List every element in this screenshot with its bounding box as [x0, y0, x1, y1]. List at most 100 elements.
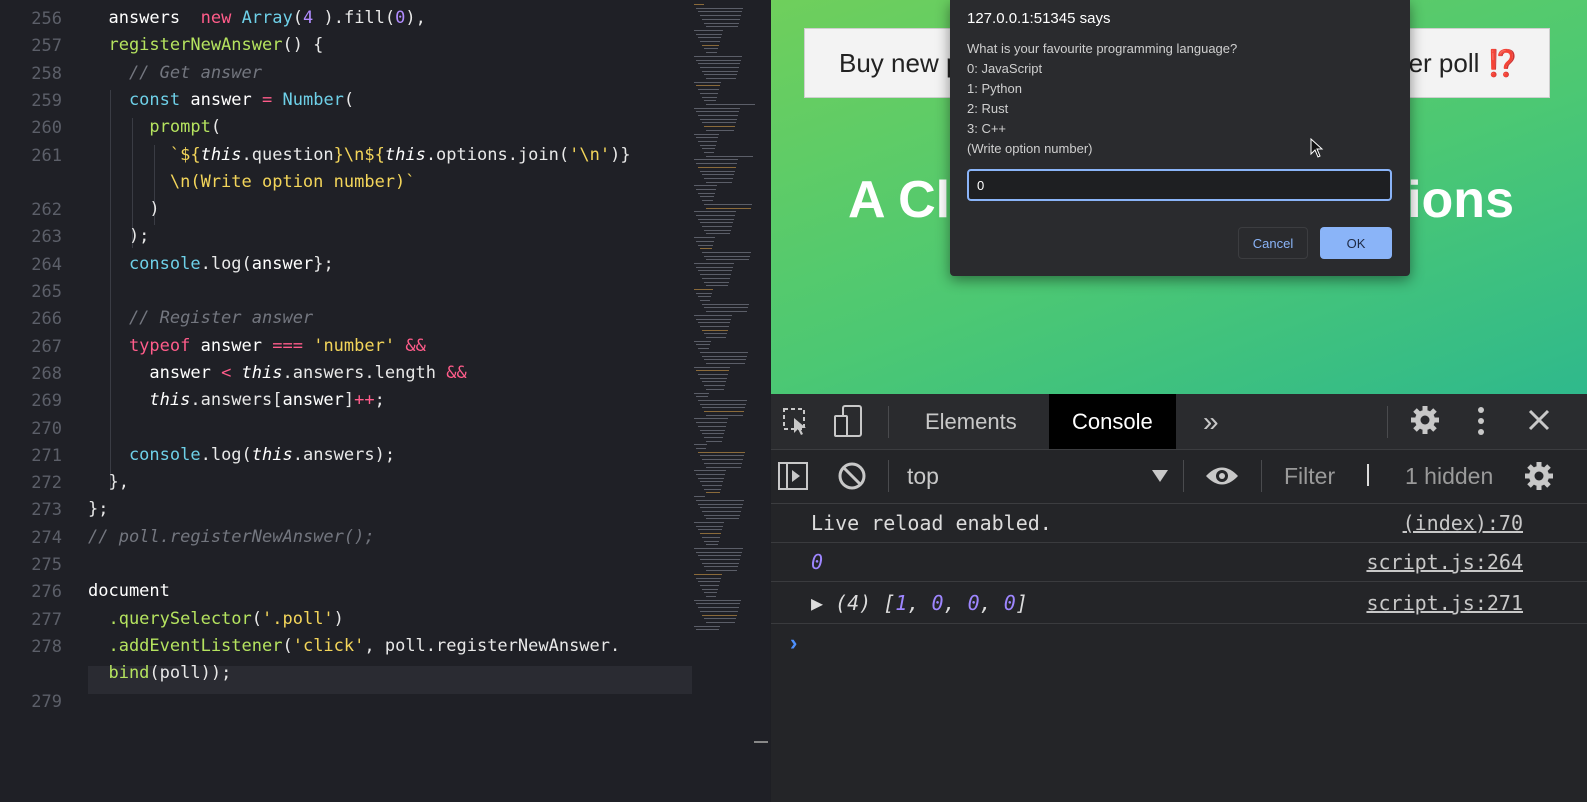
- code-editor[interactable]: 256 257 258 259 260 261 262 263 264 265 266 267 268 2…: [0, 0, 770, 802]
- minimap-line: [694, 496, 705, 498]
- scrollbar-marker[interactable]: [754, 741, 768, 743]
- code-line[interactable]: const answer = Number(: [88, 87, 354, 114]
- line-number: 263: [31, 227, 62, 248]
- minimap-line: [704, 126, 735, 128]
- code-line[interactable]: },: [88, 469, 128, 496]
- minimap-line: [696, 214, 735, 216]
- minimap-line: [704, 307, 748, 309]
- code-line[interactable]: // poll.registerNewAnswer();: [88, 524, 375, 551]
- ok-button[interactable]: OK: [1320, 227, 1392, 259]
- code-line[interactable]: registerNewAnswer() {: [88, 32, 323, 59]
- minimap-line: [702, 200, 713, 202]
- console-message-text: Live reload enabled.: [811, 511, 1052, 535]
- minimap-line: [694, 211, 736, 213]
- minimap-line: [702, 70, 738, 72]
- tab-console[interactable]: Console: [1049, 394, 1176, 449]
- console-prompt-icon[interactable]: ›: [790, 630, 797, 656]
- code-line[interactable]: ): [88, 196, 159, 223]
- settings-gear-icon[interactable]: [1409, 404, 1441, 436]
- minimap-line: [704, 359, 746, 361]
- source-link[interactable]: script.js:264: [1366, 550, 1523, 574]
- line-number: 260: [31, 118, 62, 139]
- array-value: 0: [1003, 591, 1016, 615]
- code-line[interactable]: typeof answer === 'number' &&: [88, 333, 426, 360]
- text-caret: [1367, 464, 1369, 486]
- more-options-icon[interactable]: [1477, 406, 1485, 436]
- more-tabs-icon[interactable]: »: [1203, 394, 1219, 449]
- minimap-line: [704, 436, 723, 438]
- code-line[interactable]: answers new Array(4 ).fill(0),: [88, 5, 425, 32]
- code-area[interactable]: answers new Array(4 ).fill(0), registerN…: [88, 0, 688, 802]
- source-link[interactable]: (index):70: [1403, 511, 1523, 535]
- poll-button-label-start: Buy new p: [839, 48, 961, 78]
- prompt-answer-input[interactable]: [967, 169, 1392, 201]
- filter-input[interactable]: Filter: [1284, 463, 1335, 490]
- separator: [1261, 460, 1262, 492]
- cancel-button[interactable]: Cancel: [1238, 227, 1308, 259]
- minimap-line: [702, 174, 734, 176]
- minimap-line: [700, 15, 741, 17]
- code-line[interactable]: `${this.question}\n${this.options.join('…: [88, 142, 631, 169]
- minimap-line: [698, 399, 747, 401]
- minimap-line: [706, 362, 745, 364]
- code-line[interactable]: console.log(answer};: [88, 251, 334, 278]
- code-line[interactable]: console.log(this.answers);: [88, 442, 395, 469]
- sidebar-toggle-icon[interactable]: [778, 461, 808, 491]
- minimap-line: [704, 514, 740, 516]
- line-number: 275: [31, 555, 62, 575]
- minimap-line: [704, 74, 737, 76]
- minimap-line: [702, 303, 749, 305]
- minimap-line: [698, 244, 713, 246]
- minimap-line: [694, 55, 742, 57]
- code-line[interactable]: this.answers[answer]++;: [88, 387, 384, 414]
- minimap-line: [702, 510, 741, 512]
- console-settings-gear-icon[interactable]: [1523, 460, 1555, 492]
- code-line[interactable]: answer < this.answers.length &&: [88, 360, 466, 387]
- hidden-messages-count[interactable]: 1 hidden: [1405, 463, 1493, 490]
- code-line[interactable]: };: [88, 496, 108, 523]
- chevron-down-icon[interactable]: [1152, 470, 1168, 482]
- minimap-line: [694, 522, 724, 523]
- minimap-line: [696, 499, 744, 501]
- device-toolbar-icon[interactable]: [833, 404, 865, 438]
- inspect-element-icon[interactable]: [781, 406, 811, 436]
- array-preview[interactable]: ▶ (4) [1, 0, 0, 0]: [811, 591, 1028, 615]
- prompt-dialog: 127.0.0.1:51345 says What is your favour…: [950, 0, 1410, 276]
- context-selector[interactable]: top: [907, 463, 939, 490]
- minimap-line: [700, 325, 729, 327]
- minimap-line: [696, 629, 719, 631]
- minimap-line: [696, 292, 712, 294]
- expand-array-icon[interactable]: ▶ (4) [: [811, 591, 895, 615]
- line-number: 264: [31, 254, 62, 275]
- minimap-line: [706, 414, 743, 416]
- code-line[interactable]: .querySelector('.poll'): [88, 606, 343, 633]
- code-line[interactable]: bind(poll));: [88, 660, 231, 687]
- line-number: 268: [31, 363, 62, 384]
- minimap-line: [694, 288, 713, 290]
- minimap-line: [700, 403, 746, 405]
- console-message-row[interactable]: ▶ (4) [1, 0, 0, 0] script.js:271: [771, 581, 1587, 624]
- code-line[interactable]: prompt(: [88, 114, 221, 141]
- code-line[interactable]: document: [88, 578, 170, 605]
- minimap-line: [698, 451, 745, 453]
- minimap-line: [698, 296, 711, 298]
- clear-console-icon[interactable]: [837, 461, 867, 491]
- minimap-line: [696, 396, 708, 398]
- minimap-line: [702, 122, 736, 124]
- code-line[interactable]: );: [88, 223, 149, 250]
- code-line[interactable]: // Get answer: [88, 60, 262, 87]
- minimap-line: [704, 566, 738, 568]
- live-expression-eye-icon[interactable]: [1205, 465, 1239, 487]
- minimap-line: [706, 52, 717, 54]
- minimap-line: [694, 29, 723, 31]
- minimap-line: [702, 536, 720, 538]
- minimap[interactable]: [694, 0, 755, 640]
- minimap-line: [698, 115, 738, 116]
- source-link[interactable]: script.js:271: [1366, 591, 1523, 615]
- tab-elements[interactable]: Elements: [925, 394, 1017, 449]
- code-line[interactable]: \n(Write option number)`: [88, 169, 416, 196]
- code-line[interactable]: .addEventListener('click', poll.register…: [88, 633, 620, 660]
- code-line[interactable]: // Register answer: [88, 305, 313, 332]
- minimap-line: [704, 281, 729, 283]
- close-icon[interactable]: [1527, 408, 1551, 432]
